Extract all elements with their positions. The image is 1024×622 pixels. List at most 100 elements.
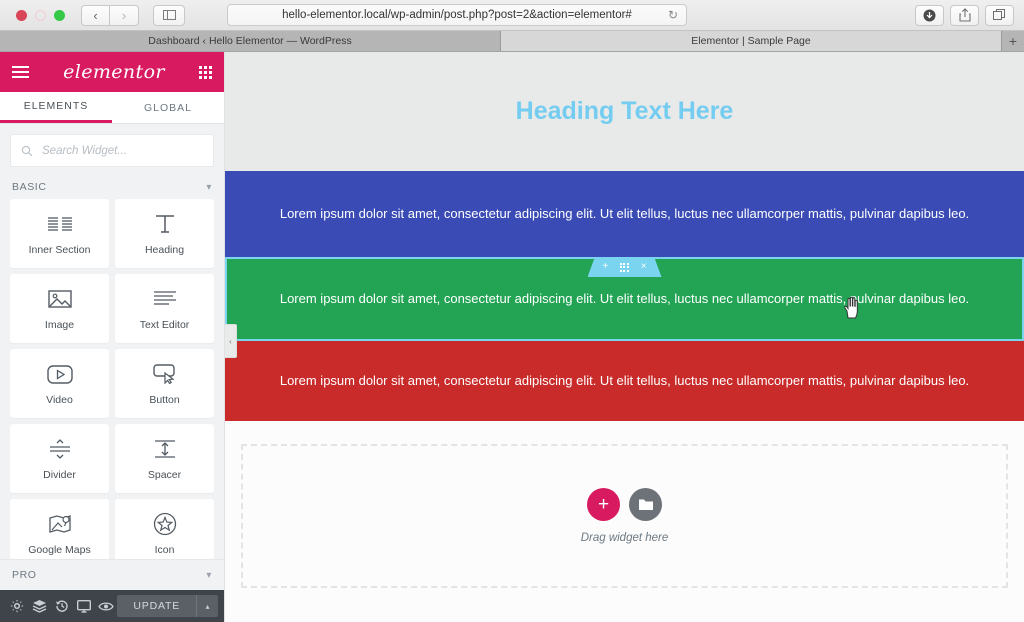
show-tabs-button[interactable]	[985, 4, 1014, 26]
widget-inner-section[interactable]: Inner Section	[10, 199, 109, 268]
responsive-mode-icon[interactable]	[73, 590, 95, 622]
add-new-section-button[interactable]: +	[587, 488, 620, 521]
divider-icon	[47, 436, 73, 462]
widget-label: Text Editor	[139, 319, 190, 331]
update-options-button[interactable]: ▴	[196, 595, 219, 617]
search-icon	[21, 145, 33, 156]
chevron-left-icon: ‹	[229, 336, 232, 346]
update-label: UPDATE	[133, 600, 181, 612]
caret-up-icon: ▴	[205, 601, 210, 611]
video-play-icon	[46, 361, 73, 387]
grip-dots-icon[interactable]	[619, 262, 629, 272]
traffic-lights	[16, 9, 65, 21]
heading-section[interactable]: Heading Text Here	[225, 52, 1024, 171]
update-button-group: UPDATE ▴	[117, 595, 219, 617]
url-text: hello-elementor.local/wp-admin/post.php?…	[282, 9, 632, 21]
widget-label: Button	[149, 394, 180, 406]
tab-global[interactable]: GLOBAL	[112, 92, 224, 123]
widget-label: Inner Section	[28, 244, 91, 256]
page-heading: Heading Text Here	[515, 97, 734, 125]
update-button[interactable]: UPDATE	[117, 595, 197, 617]
search-widget-box[interactable]	[10, 134, 214, 167]
drop-zone[interactable]: + Drag widget here	[241, 444, 1008, 588]
browser-tab-title: Elementor | Sample Page	[691, 35, 811, 47]
sidebar-panel-icon	[162, 10, 176, 20]
browser-tab-dashboard[interactable]: Dashboard ‹ Hello Elementor — WordPress	[0, 31, 501, 51]
widget-button[interactable]: Button	[115, 349, 214, 418]
widget-list-scroll[interactable]: Inner Section Heading Image Text Editor …	[0, 199, 224, 559]
toolbar-tools: + ×	[588, 257, 662, 277]
panel-tabs: ELEMENTS GLOBAL	[0, 92, 224, 124]
widget-text-editor[interactable]: Text Editor	[115, 274, 214, 343]
spacer-icon	[152, 436, 178, 462]
columns-icon	[47, 211, 73, 237]
folder-icon	[638, 499, 653, 510]
new-tab-button[interactable]: +	[1002, 31, 1024, 51]
widget-label: Divider	[43, 469, 76, 481]
search-widget-wrap	[0, 124, 224, 173]
plus-icon: +	[1008, 33, 1018, 49]
widgets-grid-icon[interactable]	[198, 65, 212, 79]
category-pro[interactable]: PRO ▾	[0, 559, 224, 590]
widget-google-maps[interactable]: Google Maps	[10, 499, 109, 559]
navigation-buttons: ‹ ›	[81, 4, 139, 26]
chevron-down-icon: ▾	[206, 181, 212, 193]
section-edit-toolbar: + ×	[587, 257, 662, 277]
maximize-window-button[interactable]	[54, 9, 65, 21]
section-green-text: Lorem ipsum dolor sit amet, consectetur …	[279, 290, 970, 306]
sidebar-toggle-button[interactable]	[153, 4, 185, 26]
add-template-button[interactable]	[629, 488, 662, 521]
reload-icon[interactable]: ↻	[668, 8, 678, 22]
category-basic[interactable]: BASIC ▾	[0, 173, 224, 199]
minimize-window-button[interactable]	[35, 9, 46, 21]
tab-global-label: GLOBAL	[143, 101, 193, 114]
widget-label: Icon	[154, 544, 175, 556]
menu-hamburger-icon[interactable]	[12, 66, 29, 78]
close-section-icon[interactable]: ×	[641, 262, 647, 272]
browser-tab-strip: Dashboard ‹ Hello Elementor — WordPress …	[0, 31, 1024, 52]
address-bar[interactable]: hello-elementor.local/wp-admin/post.php?…	[227, 4, 687, 26]
download-icon	[923, 9, 936, 21]
category-basic-label: BASIC	[12, 181, 47, 193]
preview-eye-icon[interactable]	[95, 590, 117, 622]
tab-elements[interactable]: ELEMENTS	[0, 92, 112, 123]
heading-t-icon	[154, 211, 176, 237]
plus-icon: +	[597, 494, 610, 515]
elementor-editor: elementor ELEMENTS GLOBAL BASIC	[0, 52, 1024, 622]
widget-divider[interactable]: Divider	[10, 424, 109, 493]
close-window-button[interactable]	[16, 9, 27, 21]
settings-gear-icon[interactable]	[6, 590, 28, 622]
search-input[interactable]	[42, 144, 203, 157]
back-button[interactable]: ‹	[81, 4, 110, 26]
section-blue-text: Lorem ipsum dolor sit amet, consectetur …	[279, 205, 970, 221]
drop-zone-buttons: +	[587, 488, 662, 521]
star-circle-icon	[153, 511, 177, 537]
navigator-layers-icon[interactable]	[28, 590, 50, 622]
widget-spacer[interactable]: Spacer	[115, 424, 214, 493]
forward-chevron-icon: ›	[121, 7, 127, 23]
panel-footer: UPDATE ▴	[0, 590, 224, 622]
history-icon[interactable]	[51, 590, 73, 622]
drop-zone-label: Drag widget here	[580, 532, 669, 544]
widget-video[interactable]: Video	[10, 349, 109, 418]
widget-label: Heading	[144, 244, 185, 256]
share-icon	[958, 8, 971, 22]
downloads-button[interactable]	[915, 4, 944, 26]
forward-button[interactable]: ›	[110, 4, 139, 26]
widget-image[interactable]: Image	[10, 274, 109, 343]
widget-heading[interactable]: Heading	[115, 199, 214, 268]
add-section-icon[interactable]: +	[602, 262, 608, 272]
widget-grid: Inner Section Heading Image Text Editor …	[0, 199, 224, 559]
browser-tab-title: Dashboard ‹ Hello Elementor — WordPress	[148, 35, 352, 47]
category-pro-label: PRO	[12, 569, 37, 581]
browser-tab-elementor[interactable]: Elementor | Sample Page	[501, 31, 1002, 51]
widget-label: Google Maps	[28, 544, 91, 556]
elementor-logo: elementor	[63, 61, 165, 83]
panel-collapse-button[interactable]: ‹	[225, 324, 237, 358]
section-red[interactable]: Lorem ipsum dolor sit amet, consectetur …	[225, 341, 1024, 421]
widget-icon[interactable]: Icon	[115, 499, 214, 559]
share-button[interactable]	[950, 4, 979, 26]
panel-header: elementor	[0, 52, 224, 92]
widget-label: Image	[44, 319, 75, 331]
section-blue[interactable]: Lorem ipsum dolor sit amet, consectetur …	[225, 171, 1024, 277]
